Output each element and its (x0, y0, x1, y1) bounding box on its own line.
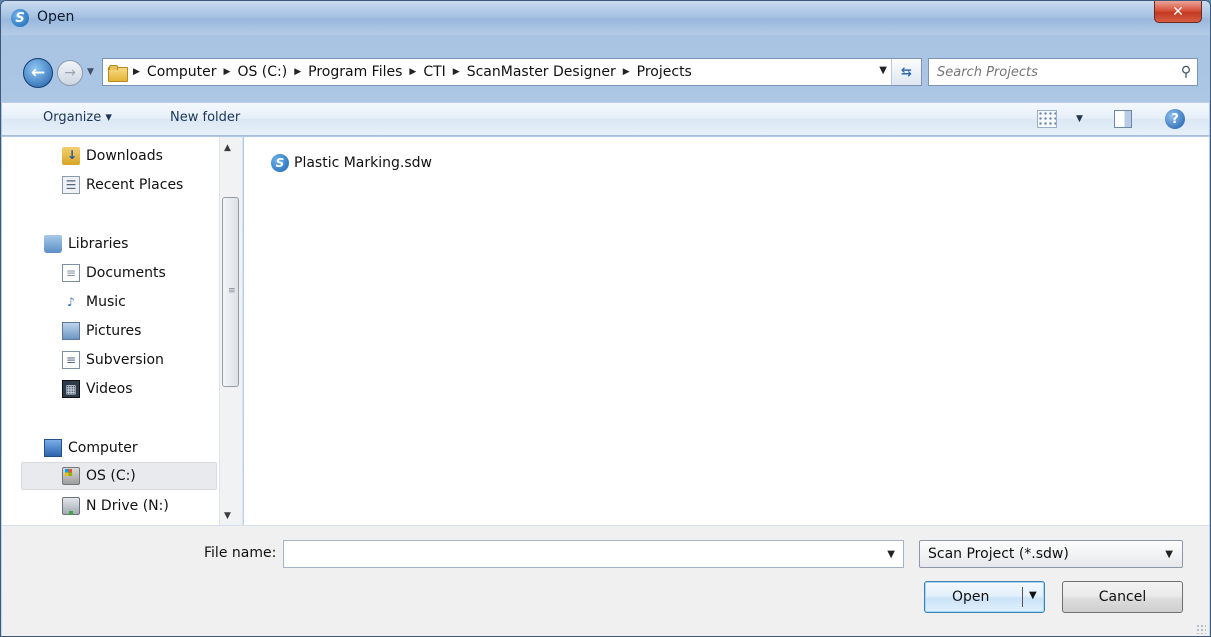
refresh-icon: ⇆ (901, 64, 912, 80)
file-type-select[interactable]: Scan Project (*.sdw) ▼ (919, 540, 1183, 568)
open-button-divider (1022, 587, 1023, 607)
recent-locations-dropdown[interactable]: ▼ (87, 67, 94, 77)
breadcrumb-separator-icon[interactable]: ▶ (133, 67, 140, 77)
navigation-pane: Downloads ☰ Recent Places Libraries ≡ Do… (2, 137, 243, 525)
hard-drive-icon (62, 467, 80, 485)
scroll-up-arrow-icon[interactable]: ▲ (224, 143, 231, 153)
address-bar[interactable]: ▶ Computer ▶ OS (C:) ▶ Program Files ▶ C… (102, 58, 922, 86)
folder-icon (108, 64, 128, 82)
help-icon[interactable]: ? (1165, 109, 1185, 129)
dialog-footer: File name: ▼ Scan Project (*.sdw) ▼ Open… (2, 525, 1209, 636)
refresh-button[interactable]: ⇆ (891, 59, 921, 85)
file-name-label: File name: (204, 545, 277, 561)
scanmaster-app-icon: S (11, 9, 29, 27)
forward-arrow-icon: → (64, 65, 76, 81)
breadcrumb-scanmaster-designer[interactable]: ScanMaster Designer (467, 64, 616, 80)
videos-icon: ▦ (62, 380, 80, 398)
libraries-icon (44, 235, 62, 253)
view-options-dropdown-icon[interactable]: ▼ (1076, 114, 1083, 124)
close-button[interactable]: ✕ (1154, 1, 1202, 23)
nav-item-label: Documents (86, 265, 166, 281)
cancel-button[interactable]: Cancel (1062, 581, 1183, 613)
organize-button[interactable]: Organize ▾ (43, 110, 112, 125)
nav-item-label: Downloads (86, 148, 163, 164)
file-name-dropdown-icon[interactable]: ▼ (887, 549, 895, 560)
address-dropdown-icon[interactable]: ▼ (879, 65, 887, 76)
scroll-thumb[interactable]: ≡ (222, 197, 239, 387)
subversion-icon: ≡ (62, 351, 80, 369)
open-options-dropdown-icon[interactable]: ▼ (1029, 590, 1037, 601)
nav-item-label: Music (86, 294, 126, 310)
nav-pane-scrollbar[interactable]: ▲ ≡ ▼ (219, 137, 242, 525)
nav-item-label: Pictures (86, 323, 142, 339)
file-list[interactable]: S Plastic Marking.sdw (244, 137, 1209, 525)
breadcrumb-program-files[interactable]: Program Files (308, 64, 402, 80)
search-icon[interactable]: ⚲ (1175, 64, 1197, 80)
breadcrumb-os-c[interactable]: OS (C:) (237, 64, 287, 80)
file-type-value: Scan Project (*.sdw) (928, 546, 1069, 562)
open-button-label: Open (952, 589, 990, 605)
preview-pane-icon[interactable] (1114, 110, 1132, 128)
breadcrumb-computer[interactable]: Computer (147, 64, 217, 80)
breadcrumb-cti[interactable]: CTI (423, 64, 445, 80)
file-name-combobox[interactable]: ▼ (283, 540, 904, 568)
nav-item-os-c[interactable]: OS (C:) (21, 462, 217, 490)
network-drive-icon (62, 497, 80, 515)
nav-item-label: N Drive (N:) (86, 498, 169, 514)
music-icon: ♪ (67, 295, 75, 309)
title-bar[interactable]: S Open ✕ (1, 1, 1210, 35)
new-folder-button[interactable]: New folder (170, 110, 240, 125)
open-dialog: S Open ✕ ← → ▼ ▶ Computer ▶ OS (C:) ▶ Pr… (0, 0, 1211, 637)
forward-button[interactable]: → (57, 60, 83, 86)
nav-item-label: Recent Places (86, 177, 184, 193)
breadcrumb-separator-icon[interactable]: ▶ (623, 67, 630, 77)
breadcrumb-separator-icon[interactable]: ▶ (294, 67, 301, 77)
address-row: ← → ▼ ▶ Computer ▶ OS (C:) ▶ Program Fil… (1, 55, 1210, 93)
pictures-icon (62, 322, 80, 340)
nav-item-label: OS (C:) (86, 468, 136, 484)
downloads-icon (62, 147, 80, 165)
documents-icon: ≡ (62, 264, 80, 282)
nav-item-label: Computer (68, 440, 138, 456)
breadcrumb-separator-icon[interactable]: ▶ (453, 67, 460, 77)
breadcrumb-projects[interactable]: Projects (637, 64, 692, 80)
window-title: Open (37, 9, 75, 25)
nav-item-label: Subversion (86, 352, 164, 368)
command-toolbar: Organize ▾ New folder ▼ ? (2, 102, 1209, 136)
scroll-grip-icon: ≡ (228, 286, 236, 296)
file-name: Plastic Marking.sdw (294, 155, 432, 171)
back-button[interactable]: ← (23, 58, 53, 88)
scanmaster-file-icon: S (271, 154, 289, 172)
scroll-down-arrow-icon[interactable]: ▼ (224, 511, 231, 521)
close-icon: ✕ (1172, 3, 1184, 20)
breadcrumb-separator-icon[interactable]: ▶ (409, 67, 416, 77)
back-arrow-icon: ← (30, 63, 46, 83)
recent-places-icon: ☰ (62, 176, 80, 194)
file-type-dropdown-icon: ▼ (1165, 549, 1173, 560)
search-box[interactable]: ⚲ (928, 58, 1198, 86)
file-name-input[interactable] (284, 541, 864, 567)
nav-item-label: Libraries (68, 236, 129, 252)
breadcrumb-separator-icon[interactable]: ▶ (224, 67, 231, 77)
change-view-icon[interactable] (1037, 110, 1057, 128)
open-button[interactable]: Open ▼ (924, 581, 1045, 613)
file-item[interactable]: S Plastic Marking.sdw (271, 154, 432, 172)
resize-grip[interactable] (1196, 624, 1206, 634)
search-input[interactable] (929, 60, 1175, 84)
nav-item-label: Videos (86, 381, 133, 397)
computer-icon (44, 439, 62, 457)
